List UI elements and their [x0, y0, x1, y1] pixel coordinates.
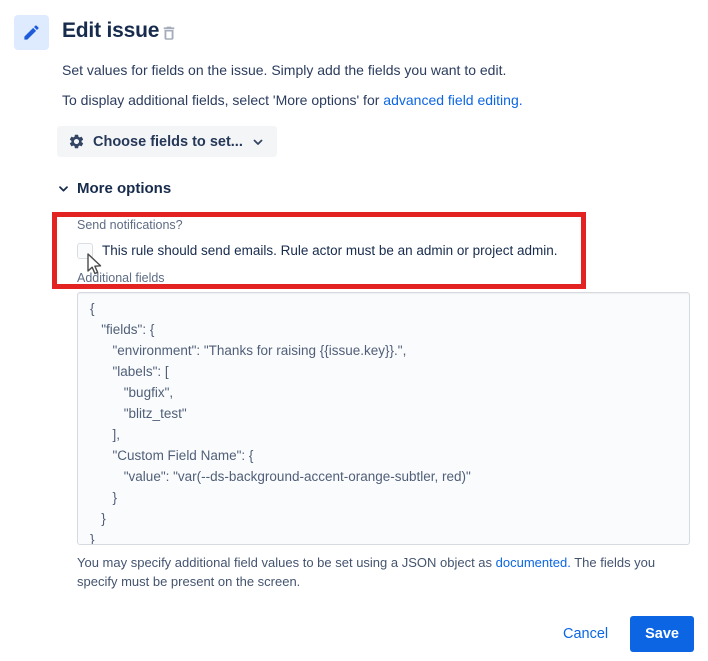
send-emails-option: This rule should send emails. Rule actor… [77, 242, 557, 260]
additional-fields-help-text: You may specify additional field values … [77, 553, 694, 591]
description-line-2: To display additional fields, select 'Mo… [62, 92, 523, 108]
delete-action-button[interactable] [160, 24, 178, 42]
action-icon-tile [14, 15, 49, 50]
documented-link[interactable]: documented. [496, 555, 571, 570]
choose-fields-button[interactable]: Choose fields to set... [57, 126, 277, 157]
additional-fields-json-value: { "fields": { "environment": "Thanks for… [90, 301, 471, 545]
send-notifications-label: Send notifications? [77, 218, 183, 232]
additional-fields-json-input[interactable]: { "fields": { "environment": "Thanks for… [77, 292, 690, 545]
gear-icon [68, 133, 85, 150]
additional-fields-label: Additional fields [77, 271, 165, 285]
save-button[interactable]: Save [630, 616, 694, 652]
page-title: Edit issue [62, 19, 160, 42]
chevron-down-icon [57, 182, 70, 195]
help-text-prefix: You may specify additional field values … [77, 555, 496, 570]
more-options-toggle[interactable]: More options [57, 180, 171, 197]
description-line-1: Set values for fields on the issue. Simp… [62, 62, 507, 78]
cancel-button[interactable]: Cancel [563, 626, 608, 642]
description-line-2-text: To display additional fields, select 'Mo… [62, 92, 384, 108]
edit-issue-panel: Edit issue Set values for fields on the … [0, 0, 708, 661]
chevron-down-icon [251, 135, 265, 149]
trash-icon [160, 24, 178, 42]
send-emails-checkbox-label[interactable]: This rule should send emails. Rule actor… [102, 242, 557, 260]
pencil-icon [22, 23, 41, 42]
advanced-field-editing-link[interactable]: advanced field editing. [383, 92, 522, 108]
choose-fields-button-label: Choose fields to set... [93, 133, 243, 150]
more-options-label: More options [77, 180, 172, 197]
footer-actions: Cancel Save [0, 616, 694, 652]
send-emails-checkbox[interactable] [77, 243, 93, 259]
